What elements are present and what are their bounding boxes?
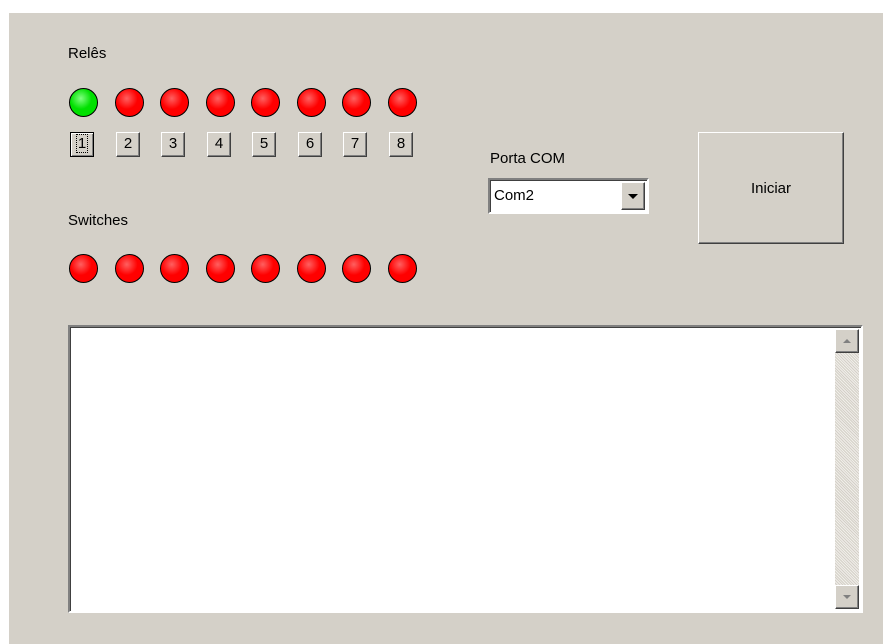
- rele-button-4[interactable]: 4: [207, 132, 231, 157]
- rele-led-2: [115, 88, 144, 117]
- rele-led-1: [69, 88, 98, 117]
- scroll-down-button[interactable]: [835, 585, 859, 609]
- rele-button-3[interactable]: 3: [161, 132, 185, 157]
- chevron-down-icon: [628, 193, 638, 199]
- porta-com-label: Porta COM: [490, 150, 566, 167]
- switch-led-8: [388, 254, 417, 283]
- switch-led-6: [297, 254, 326, 283]
- rele-button-label: 7: [350, 135, 360, 152]
- rele-button-8[interactable]: 8: [389, 132, 413, 157]
- arrow-up-icon: [843, 339, 851, 343]
- rele-button-2[interactable]: 2: [116, 132, 140, 157]
- log-memo[interactable]: [68, 325, 863, 613]
- rele-led-3: [160, 88, 189, 117]
- arrow-down-icon: [843, 595, 851, 599]
- rele-led-4: [206, 88, 235, 117]
- rele-button-label: 2: [123, 135, 133, 152]
- rele-button-5[interactable]: 5: [252, 132, 276, 157]
- dropdown-button[interactable]: [621, 182, 645, 210]
- scroll-up-button[interactable]: [835, 329, 859, 353]
- rele-button-label: 5: [259, 135, 269, 152]
- rele-button-label: 8: [396, 135, 406, 152]
- switch-led-2: [115, 254, 144, 283]
- rele-led-6: [297, 88, 326, 117]
- switch-led-5: [251, 254, 280, 283]
- switch-led-4: [206, 254, 235, 283]
- rele-button-6[interactable]: 6: [298, 132, 322, 157]
- rele-led-8: [388, 88, 417, 117]
- rele-button-label: 4: [214, 135, 224, 152]
- porta-com-value: Com2: [494, 187, 535, 204]
- rele-button-1[interactable]: 1: [70, 132, 94, 157]
- vertical-scrollbar[interactable]: [835, 329, 859, 609]
- rele-button-label: 3: [168, 135, 178, 152]
- rele-button-label: 1: [75, 134, 89, 153]
- switch-led-3: [160, 254, 189, 283]
- rele-led-5: [251, 88, 280, 117]
- switch-led-7: [342, 254, 371, 283]
- porta-com-select[interactable]: Com2: [488, 178, 649, 214]
- rele-button-7[interactable]: 7: [343, 132, 367, 157]
- switches-label: Switches: [68, 212, 129, 229]
- iniciar-button[interactable]: Iniciar: [698, 132, 844, 244]
- reles-label: Relês: [68, 45, 107, 62]
- switch-led-1: [69, 254, 98, 283]
- rele-led-7: [342, 88, 371, 117]
- iniciar-button-label: Iniciar: [750, 179, 791, 197]
- rele-button-label: 6: [305, 135, 315, 152]
